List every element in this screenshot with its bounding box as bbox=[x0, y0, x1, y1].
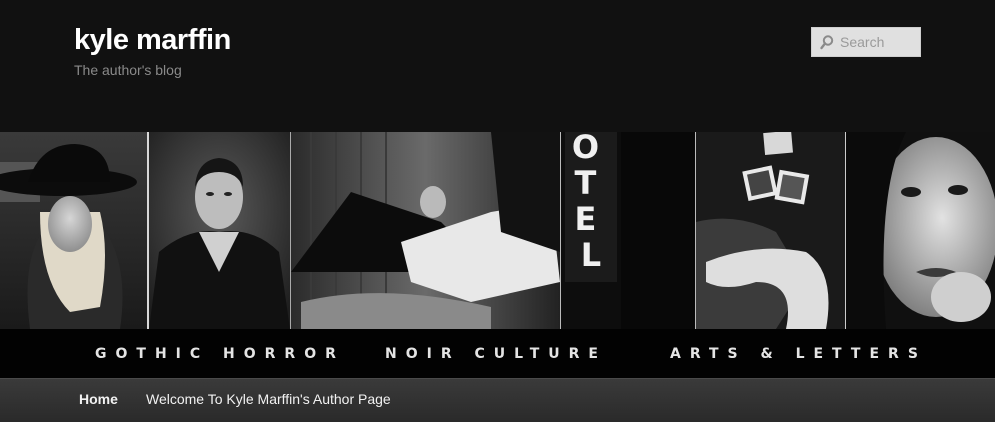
main-navigation: Home Welcome To Kyle Marffin's Author Pa… bbox=[0, 378, 995, 422]
banner-panel-vampire-portrait bbox=[149, 132, 290, 329]
genre-noir-culture: NOIR CULTURE bbox=[385, 346, 607, 362]
banner-panel-motel-sign: O T E L bbox=[561, 132, 695, 329]
search-box[interactable] bbox=[811, 27, 921, 57]
site-header: kyle marffin The author's blog bbox=[0, 0, 995, 132]
genre-strip: GOTHIC HORROR NOIR CULTURE ARTS & LETTER… bbox=[0, 329, 995, 378]
banner-panel-woman-in-hat bbox=[0, 132, 148, 329]
site-title[interactable]: kyle marffin bbox=[74, 24, 231, 57]
header-banner: O T E L bbox=[0, 132, 995, 329]
banner-panel-woman-closeup bbox=[846, 132, 995, 329]
site-description: The author's blog bbox=[74, 62, 182, 78]
banner-panel-man-reclining bbox=[291, 132, 560, 329]
nav-item-home[interactable]: Home bbox=[79, 391, 118, 407]
genre-arts-letters: ARTS & LETTERS bbox=[670, 346, 927, 362]
search-input[interactable] bbox=[812, 28, 920, 56]
genre-gothic-horror: GOTHIC HORROR bbox=[95, 346, 345, 362]
banner-panel-woman-with-photos bbox=[696, 132, 845, 329]
nav-item-welcome[interactable]: Welcome To Kyle Marffin's Author Page bbox=[146, 391, 391, 407]
